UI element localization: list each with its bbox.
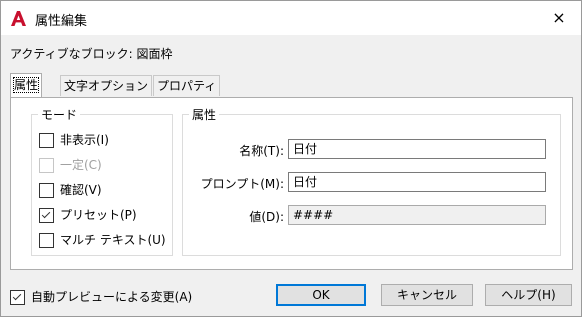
autocad-logo-icon <box>11 11 26 26</box>
preset-label: プリセット(P) <box>60 208 137 222</box>
attribute-group: 属性 名称(T): プロンプト(M): 値(D): <box>182 106 561 256</box>
auto-preview-checkbox[interactable] <box>10 290 25 305</box>
constant-checkbox <box>39 158 54 173</box>
attribute-tab-panel: モード 非表示(I) 一定(C) 確認(V) プリセット(P) マルチ テキスト… <box>10 97 573 270</box>
auto-preview-label: 自動プレビューによる変更(A) <box>31 290 193 304</box>
invisible-checkbox[interactable] <box>39 133 54 148</box>
help-button[interactable]: ヘルプ(H) <box>485 284 572 306</box>
tab-attribute-label: 属性 <box>12 77 40 93</box>
tag-label: 名称(T): <box>239 144 284 158</box>
value-input[interactable] <box>288 205 546 225</box>
tab-properties-label: プロパティ <box>157 79 217 93</box>
tab-properties[interactable]: プロパティ <box>153 75 221 96</box>
constant-label: 一定(C) <box>60 158 102 172</box>
tab-attribute[interactable]: 属性 <box>10 73 43 97</box>
tag-input[interactable] <box>288 139 546 159</box>
tab-text-options-label: 文字オプション <box>64 79 149 93</box>
invisible-label: 非表示(I) <box>60 133 109 147</box>
value-label: 値(D): <box>249 210 284 224</box>
cancel-button[interactable]: キャンセル <box>381 284 473 306</box>
value-field-row: 値(D): <box>183 205 560 227</box>
prompt-field-row: プロンプト(M): <box>183 172 560 194</box>
mode-group: モード 非表示(I) 一定(C) 確認(V) プリセット(P) マルチ テキスト… <box>31 106 173 256</box>
tag-field-row: 名称(T): <box>183 139 560 161</box>
attribute-legend: 属性 <box>192 108 217 122</box>
verify-checkbox[interactable] <box>39 183 54 198</box>
mode-legend: モード <box>41 108 78 122</box>
tab-text-options[interactable]: 文字オプション <box>60 75 153 96</box>
multiline-text-label: マルチ テキスト(U) <box>60 233 166 247</box>
preset-checkbox[interactable] <box>39 208 54 223</box>
prompt-label: プロンプト(M): <box>200 177 284 191</box>
attribute-edit-dialog: 属性編集 × アクティブなブロック: 図面枠 属性 文字オプション プロパティ … <box>0 0 582 317</box>
prompt-input[interactable] <box>288 172 546 192</box>
title-bar[interactable]: 属性編集 × <box>1 1 581 35</box>
multiline-text-checkbox[interactable] <box>39 233 54 248</box>
close-icon[interactable]: × <box>547 7 571 29</box>
verify-label: 確認(V) <box>60 183 102 197</box>
window-title: 属性編集 <box>35 14 88 29</box>
ok-button[interactable]: OK <box>276 284 366 306</box>
active-block-label: アクティブなブロック: 図面枠 <box>10 47 173 61</box>
